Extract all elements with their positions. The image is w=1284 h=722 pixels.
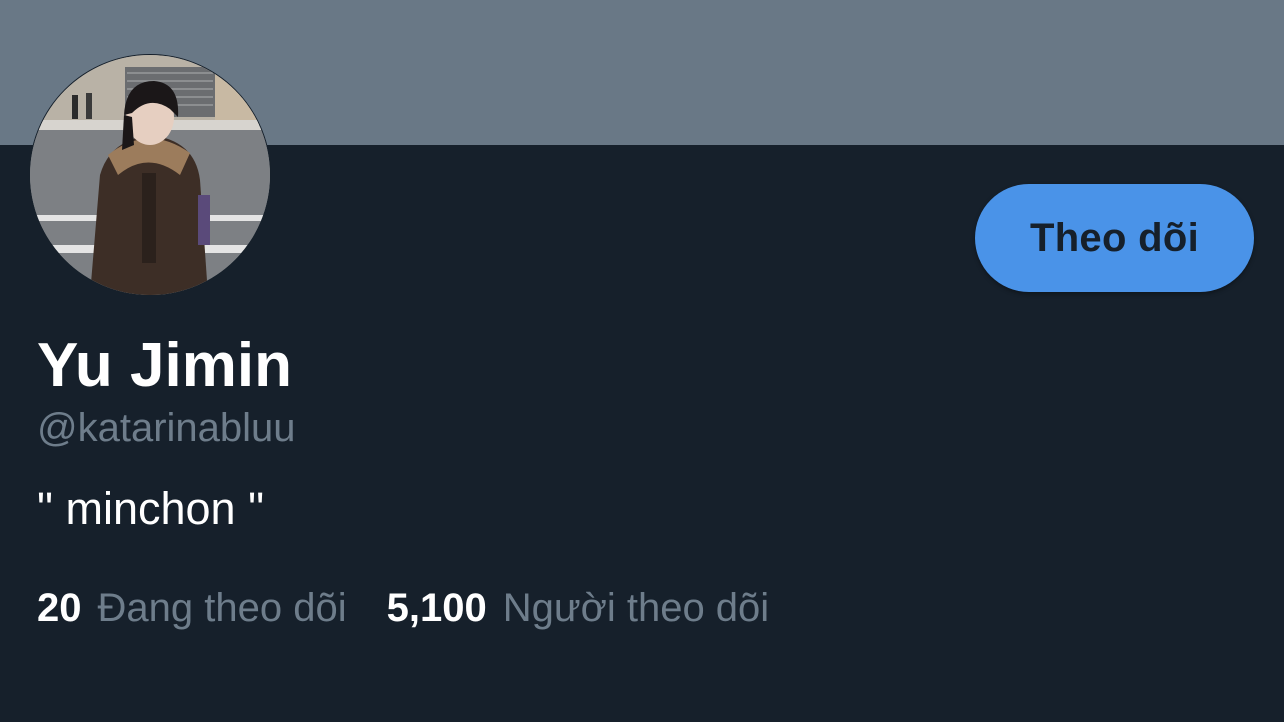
username-handle: @katarinabluu [37, 406, 296, 450]
following-stat[interactable]: 20 Đang theo dõi [37, 585, 347, 631]
following-count: 20 [37, 586, 82, 630]
profile-stats: 20 Đang theo dõi 5,100 Người theo dõi [37, 585, 769, 631]
following-label: Đang theo dõi [97, 586, 347, 630]
follow-button[interactable]: Theo dõi [975, 184, 1254, 292]
profile-bio: " minchon " [37, 483, 265, 534]
avatar[interactable] [29, 54, 271, 296]
avatar-photo [30, 55, 270, 295]
followers-count: 5,100 [386, 586, 487, 630]
followers-label: Người theo dõi [502, 586, 770, 630]
followers-stat[interactable]: 5,100 Người theo dõi [387, 585, 770, 631]
display-name: Yu Jimin [37, 331, 292, 400]
